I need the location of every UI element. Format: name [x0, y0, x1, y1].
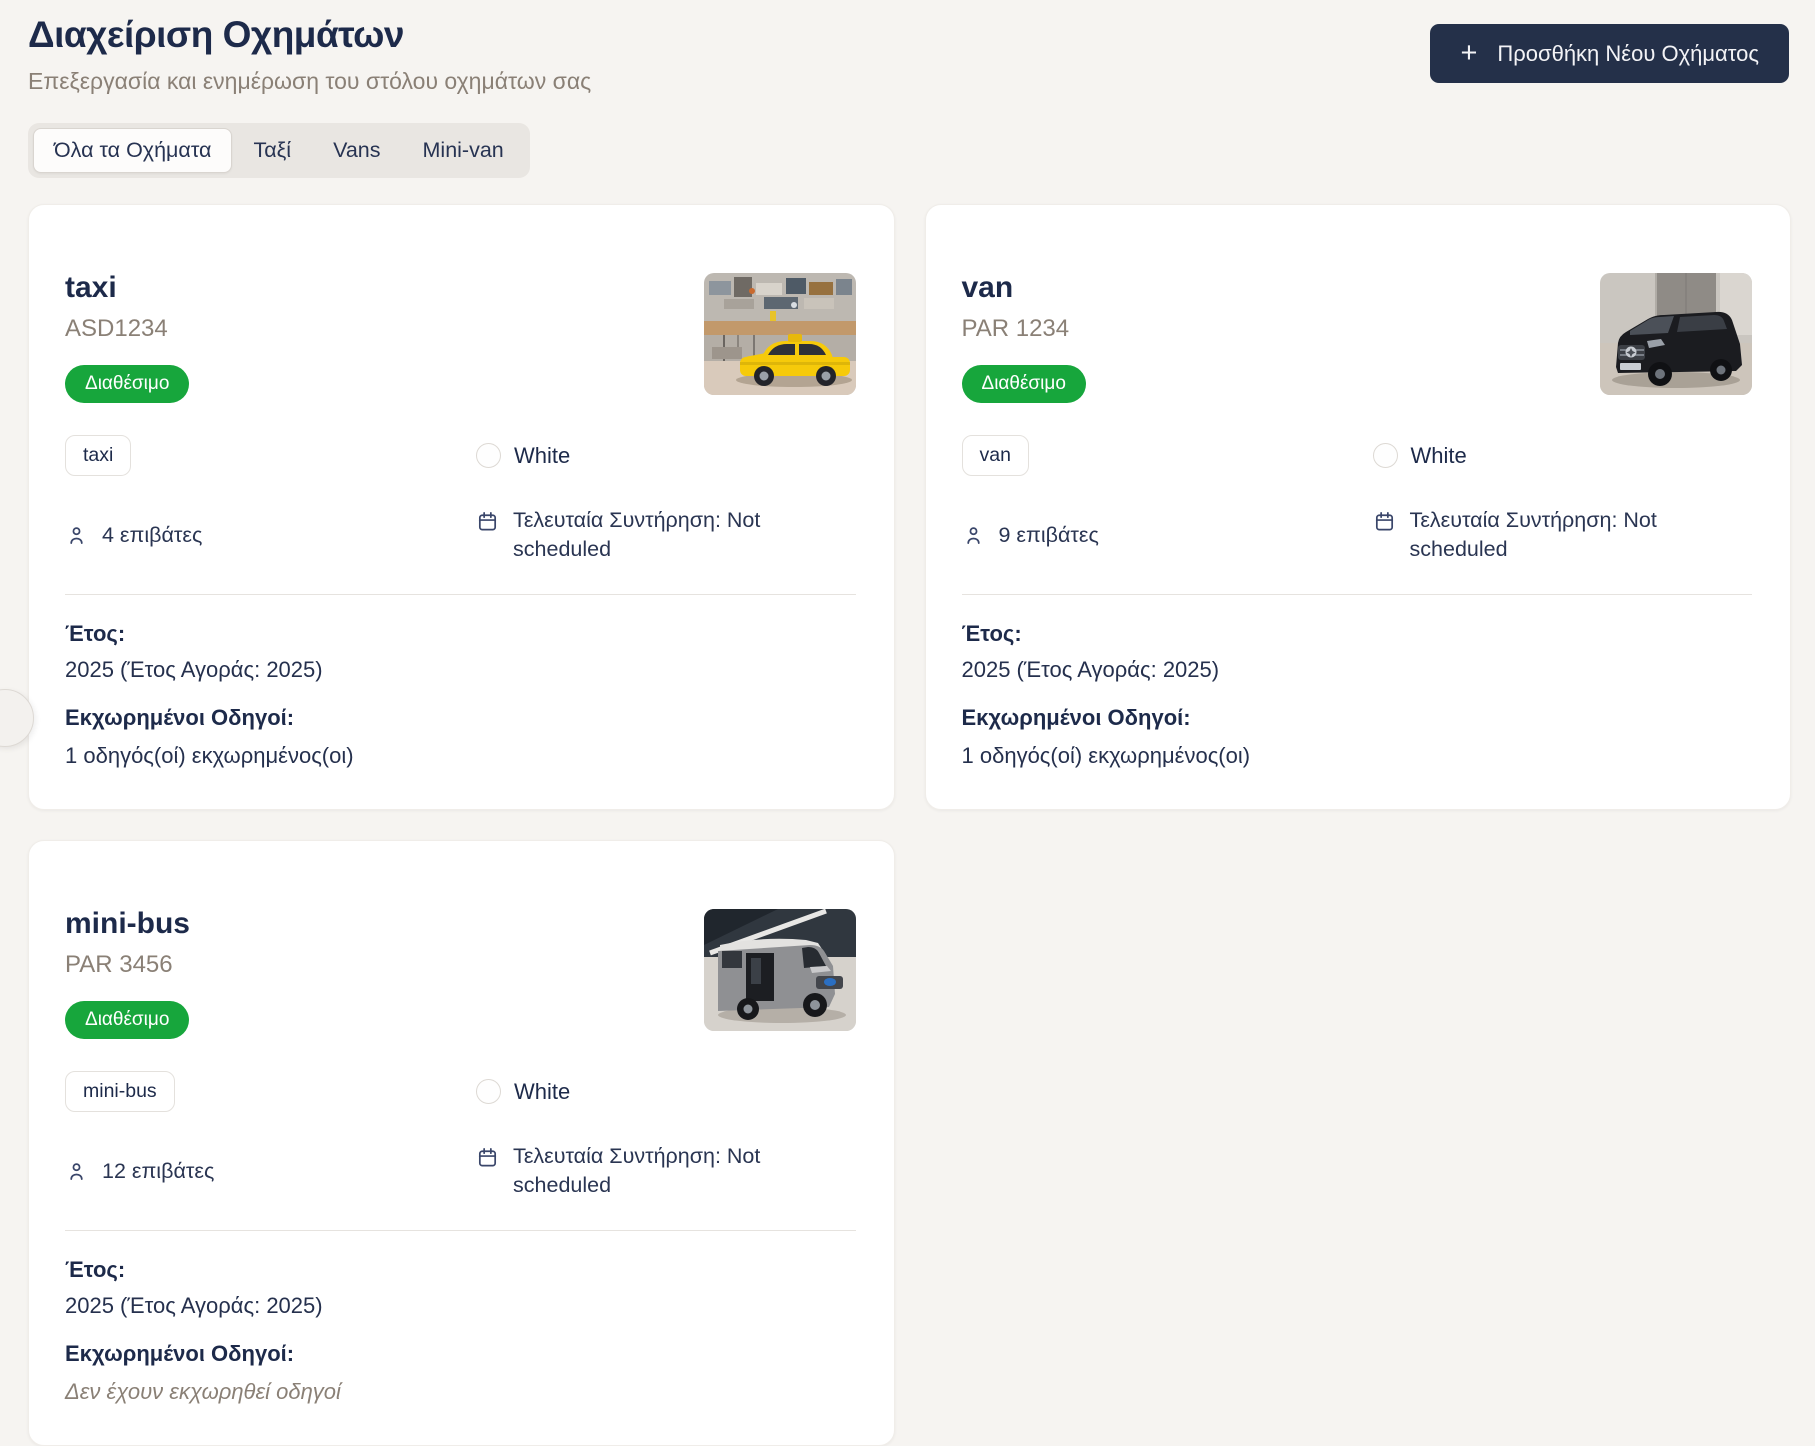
vehicle-card-grid: taxi ASD1234 Διαθέσιμο	[28, 204, 1791, 1446]
maintenance-row: Τελευταία Συντήρηση: Not scheduled	[476, 1142, 806, 1200]
vehicle-card-van: van PAR 1234 Διαθέσιμο	[925, 204, 1792, 810]
color-circle-swatch	[476, 443, 501, 468]
vehicle-type-tag: mini-bus	[65, 1071, 175, 1112]
calendar-icon	[476, 1146, 499, 1169]
card-head: taxi ASD1234 Διαθέσιμο	[65, 247, 856, 403]
status-badge: Διαθέσιμο	[962, 365, 1086, 403]
calendar-icon	[476, 510, 499, 533]
person-icon	[65, 1160, 88, 1183]
passengers-row: 12 επιβάτες	[65, 1142, 476, 1200]
passengers-label: 9 επιβάτες	[999, 523, 1099, 548]
vehicle-color-row: White	[476, 1071, 855, 1112]
card-head: mini-bus PAR 3456 Διαθέσιμο	[65, 883, 856, 1039]
maintenance-row: Τελευταία Συντήρηση: Not scheduled	[476, 506, 806, 564]
vehicle-color-label: White	[514, 443, 570, 469]
card-head-left: van PAR 1234 Διαθέσιμο	[962, 247, 1086, 403]
year-value: 2025 (Έτος Αγοράς: 2025)	[65, 1293, 856, 1319]
vehicle-color-label: White	[1411, 443, 1467, 469]
passengers-label: 4 επιβάτες	[102, 523, 202, 548]
vehicle-type-tag: van	[962, 435, 1029, 476]
header-titles: Διαχείριση Οχημάτων Επεξεργασία και ενημ…	[28, 14, 591, 95]
tab-minivan[interactable]: Mini-van	[402, 128, 525, 173]
drivers-label: Εκχωρημένοι Οδηγοί:	[962, 705, 1753, 731]
color-circle-swatch	[476, 1079, 501, 1104]
year-value: 2025 (Έτος Αγοράς: 2025)	[962, 657, 1753, 683]
vehicle-name: taxi	[65, 271, 189, 305]
vehicle-color-row: White	[476, 435, 855, 476]
card-head: van PAR 1234 Διαθέσιμο	[962, 247, 1753, 403]
vehicle-card-minibus: mini-bus PAR 3456 Διαθέσιμο	[28, 840, 895, 1446]
vehicle-photo-taxi	[704, 273, 856, 395]
vehicle-color-label: White	[514, 1079, 570, 1105]
tab-all-vehicles[interactable]: Όλα τα Οχήματα	[33, 128, 232, 173]
maintenance-row: Τελευταία Συντήρηση: Not scheduled	[1373, 506, 1703, 564]
person-icon	[962, 524, 985, 547]
vehicle-photo-minibus	[704, 909, 856, 1031]
maintenance-label: Τελευταία Συντήρηση: Not scheduled	[1410, 506, 1703, 564]
maintenance-label: Τελευταία Συντήρηση: Not scheduled	[513, 506, 806, 564]
vehicle-name: van	[962, 271, 1086, 305]
color-circle-swatch	[1373, 443, 1398, 468]
vehicle-type-tag: taxi	[65, 435, 131, 476]
calendar-icon	[1373, 510, 1396, 533]
vehicle-photo-van	[1600, 273, 1752, 395]
vehicle-card-taxi: taxi ASD1234 Διαθέσιμο	[28, 204, 895, 810]
year-label: Έτος:	[962, 621, 1753, 647]
card-divider	[65, 1230, 856, 1231]
tab-vans[interactable]: Vans	[312, 128, 401, 173]
vehicle-name: mini-bus	[65, 907, 190, 941]
vehicle-plate: ASD1234	[65, 315, 189, 343]
vehicle-color-row: White	[1373, 435, 1752, 476]
drivers-value: Δεν έχουν εκχωρηθεί οδηγοί	[65, 1379, 856, 1405]
add-vehicle-button[interactable]: + Προσθήκη Νέου Οχήματος	[1430, 24, 1789, 83]
drivers-value: 1 οδηγός(οί) εκχωρημένος(οι)	[962, 743, 1753, 769]
drivers-label: Εκχωρημένοι Οδηγοί:	[65, 1341, 856, 1367]
maintenance-label: Τελευταία Συντήρηση: Not scheduled	[513, 1142, 806, 1200]
card-head-left: taxi ASD1234 Διαθέσιμο	[65, 247, 189, 403]
page-header: Διαχείριση Οχημάτων Επεξεργασία και ενημ…	[0, 0, 1815, 95]
vehicle-details: mini-bus White 12 επιβάτες Τελευταία Συν…	[65, 1071, 856, 1200]
passengers-row: 9 επιβάτες	[962, 506, 1373, 564]
add-vehicle-button-label: Προσθήκη Νέου Οχήματος	[1497, 41, 1759, 67]
person-icon	[65, 524, 88, 547]
plus-icon: +	[1460, 39, 1477, 68]
card-divider	[65, 594, 856, 595]
year-value: 2025 (Έτος Αγοράς: 2025)	[65, 657, 856, 683]
vehicle-plate: PAR 1234	[962, 315, 1086, 343]
card-head-left: mini-bus PAR 3456 Διαθέσιμο	[65, 883, 190, 1039]
year-label: Έτος:	[65, 1257, 856, 1283]
drivers-value: 1 οδηγός(οί) εκχωρημένος(οι)	[65, 743, 856, 769]
page-subtitle: Επεξεργασία και ενημέρωση του στόλου οχη…	[28, 68, 591, 95]
card-divider	[962, 594, 1753, 595]
year-label: Έτος:	[65, 621, 856, 647]
status-badge: Διαθέσιμο	[65, 1001, 189, 1039]
status-badge: Διαθέσιμο	[65, 365, 189, 403]
passengers-row: 4 επιβάτες	[65, 506, 476, 564]
passengers-label: 12 επιβάτες	[102, 1159, 214, 1184]
page-title: Διαχείριση Οχημάτων	[28, 14, 591, 56]
vehicle-details: taxi White 4 επιβάτες Τελευταία Συντήρησ…	[65, 435, 856, 564]
vehicle-filter-tabs: Όλα τα Οχήματα Ταξί Vans Mini-van	[28, 123, 530, 178]
tab-taxi[interactable]: Ταξί	[232, 128, 312, 173]
drivers-label: Εκχωρημένοι Οδηγοί:	[65, 705, 856, 731]
vehicle-details: van White 9 επιβάτες Τελευταία Συντήρηση…	[962, 435, 1753, 564]
vehicle-plate: PAR 3456	[65, 951, 190, 979]
